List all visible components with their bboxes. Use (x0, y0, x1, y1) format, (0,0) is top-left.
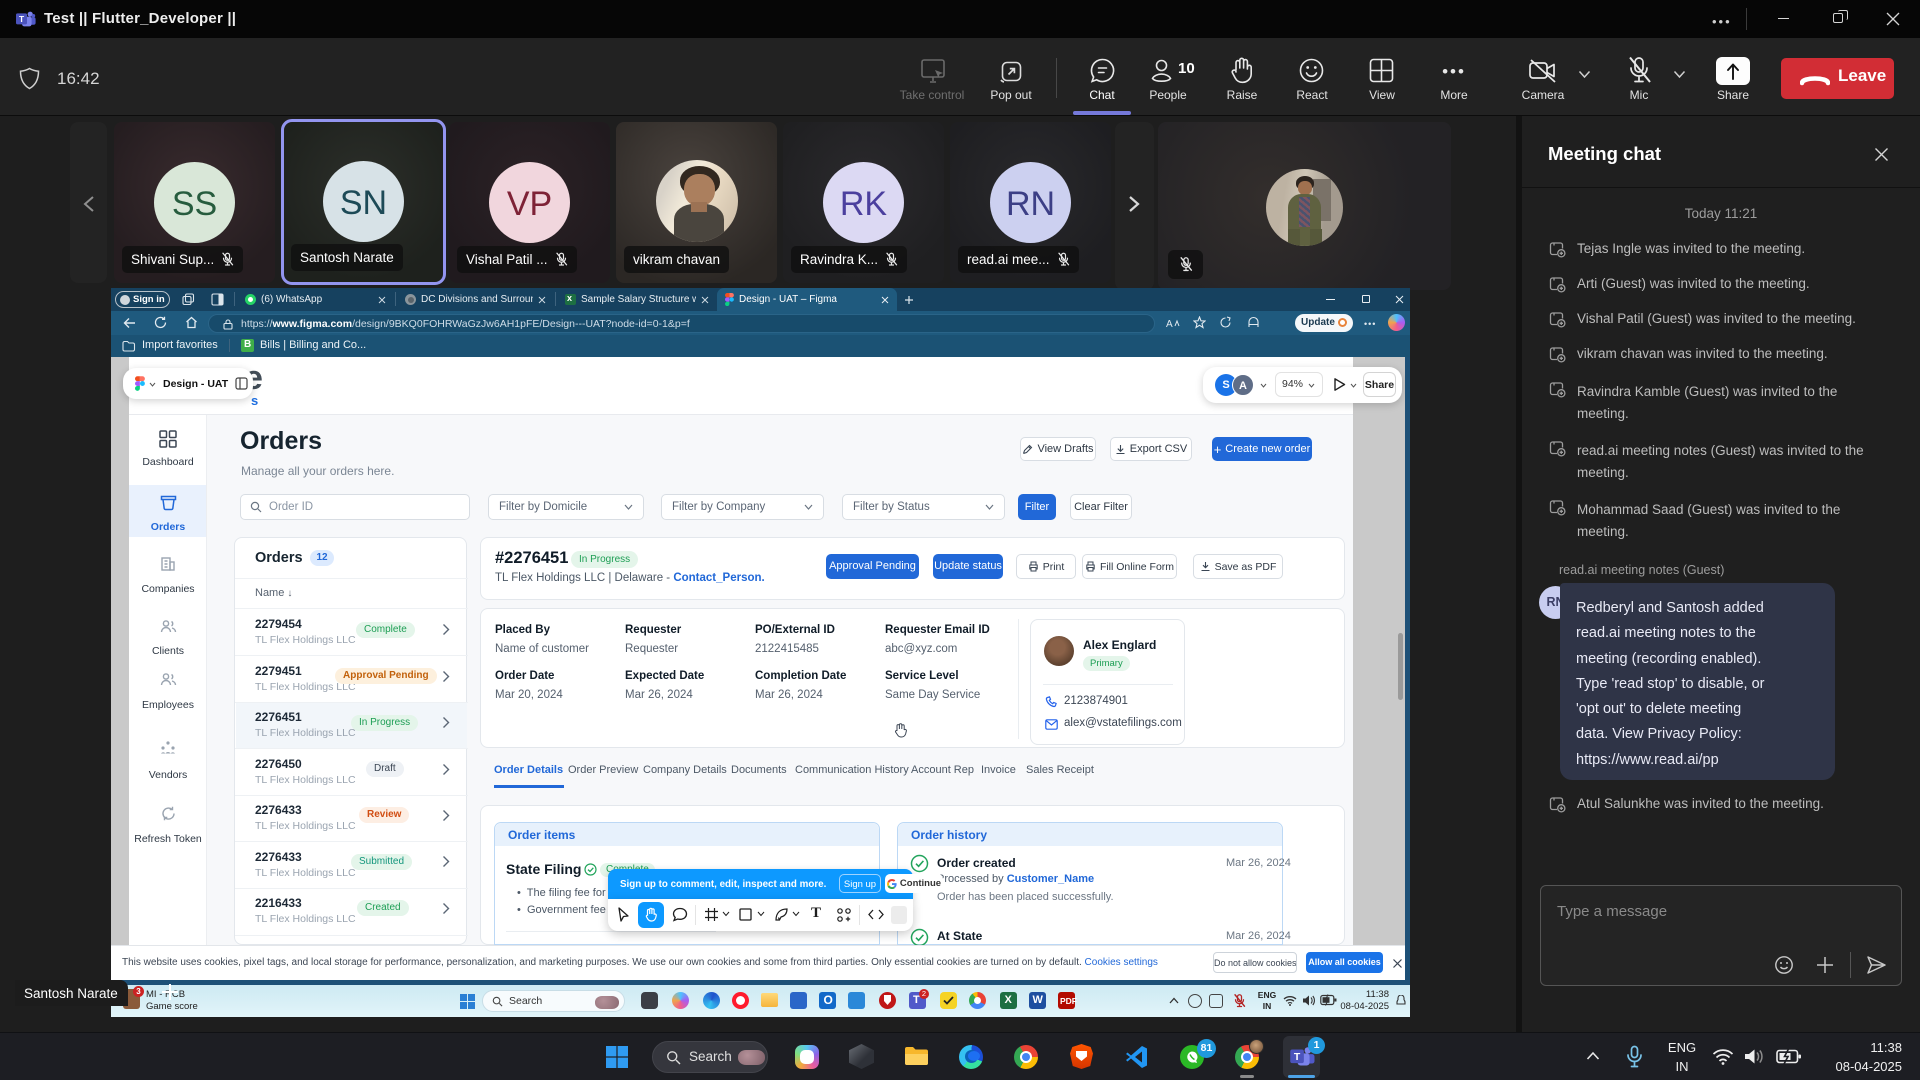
svg-text:T: T (1294, 1052, 1301, 1063)
svg-text:T: T (19, 14, 25, 24)
svg-text:A: A (1166, 319, 1173, 329)
